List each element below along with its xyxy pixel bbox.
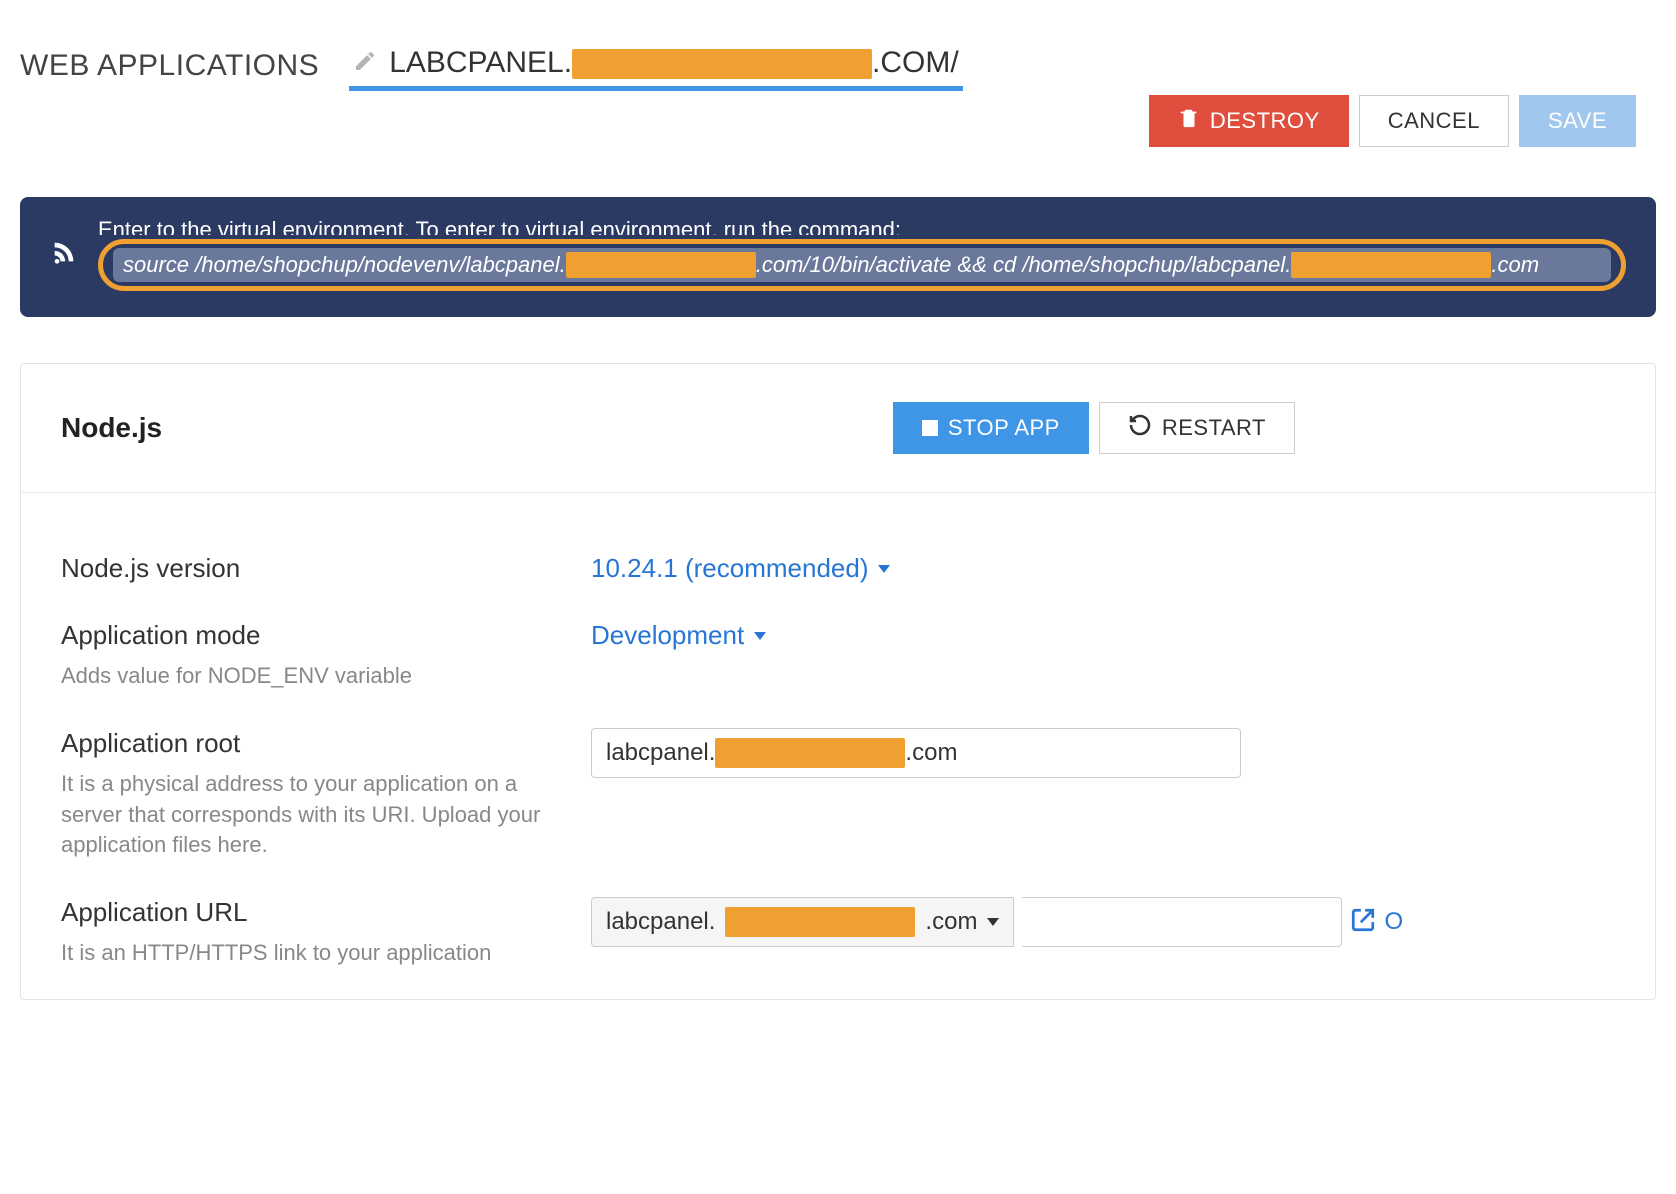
app-root-input[interactable]: labcpanel. .com — [591, 728, 1241, 778]
destroy-label: DESTROY — [1210, 108, 1320, 134]
page-title: WEB APPLICATIONS — [20, 49, 319, 83]
cancel-label: CANCEL — [1388, 108, 1480, 134]
redacted-segment — [1291, 252, 1491, 278]
app-root-prefix: labcpanel. — [606, 739, 715, 767]
app-url-path-input[interactable] — [1022, 897, 1342, 947]
virtualenv-command[interactable]: source /home/shopchup/nodevenv/labcpanel… — [113, 248, 1611, 282]
app-name: LABCPANEL. .COM/ — [389, 46, 959, 80]
cmd-seg3: .com — [1491, 252, 1539, 278]
nodejs-version-value: 10.24.1 (recommended) — [591, 553, 868, 584]
destroy-button[interactable]: DESTROY — [1149, 95, 1349, 147]
app-url-domain-suffix: .com — [925, 908, 977, 936]
card-title: Node.js — [61, 412, 162, 444]
app-name-suffix: .COM/ — [872, 46, 959, 79]
nodejs-card: Node.js STOP APP RESTART Node.js version — [20, 363, 1656, 1000]
app-root-help: It is a physical address to your applica… — [61, 769, 541, 861]
cmd-seg1: source /home/shopchup/nodevenv/labcpanel… — [123, 252, 566, 278]
app-url-label: Application URL — [61, 897, 591, 928]
app-mode-help: Adds value for NODE_ENV variable — [61, 661, 541, 692]
restart-button[interactable]: RESTART — [1099, 402, 1295, 454]
app-mode-value: Development — [591, 620, 744, 651]
nodejs-version-select[interactable]: 10.24.1 (recommended) — [591, 553, 890, 584]
app-name-prefix: LABCPANEL. — [389, 46, 572, 79]
app-url-help: It is an HTTP/HTTPS link to your applica… — [61, 938, 541, 969]
redacted-segment — [715, 738, 905, 768]
redacted-segment — [566, 252, 756, 278]
cmd-seg2: .com/10/bin/activate && cd /home/shopchu… — [756, 252, 1292, 278]
nodejs-version-label: Node.js version — [61, 553, 591, 584]
save-label: SAVE — [1548, 108, 1607, 134]
rss-icon — [50, 238, 78, 271]
caret-down-icon — [987, 918, 999, 926]
command-highlight: source /home/shopchup/nodevenv/labcpanel… — [98, 239, 1626, 291]
app-mode-select[interactable]: Development — [591, 620, 766, 651]
redacted-segment — [725, 907, 915, 937]
caret-down-icon — [878, 565, 890, 573]
app-url-domain-prefix: labcpanel. — [606, 908, 715, 936]
trash-icon — [1178, 107, 1200, 135]
stop-app-button[interactable]: STOP APP — [893, 402, 1089, 454]
stop-label: STOP APP — [948, 415, 1060, 441]
app-url-domain-select[interactable]: labcpanel. .com — [591, 897, 1014, 947]
restart-icon — [1128, 413, 1152, 443]
stop-icon — [922, 420, 938, 436]
banner-heading: Enter to the virtual environment. To ent… — [98, 217, 1626, 235]
app-root-label: Application root — [61, 728, 591, 759]
app-name-editor[interactable]: LABCPANEL. .COM/ — [349, 40, 963, 91]
redacted-segment — [572, 49, 872, 79]
pencil-icon — [353, 49, 377, 78]
app-root-suffix: .com — [905, 739, 957, 767]
open-text-fragment[interactable]: O — [1384, 908, 1403, 936]
virtualenv-banner: Enter to the virtual environment. To ent… — [20, 197, 1656, 317]
app-mode-label: Application mode — [61, 620, 591, 651]
restart-label: RESTART — [1162, 415, 1266, 441]
caret-down-icon — [754, 632, 766, 640]
open-external-icon[interactable] — [1350, 907, 1376, 938]
save-button[interactable]: SAVE — [1519, 95, 1636, 147]
cancel-button[interactable]: CANCEL — [1359, 95, 1509, 147]
